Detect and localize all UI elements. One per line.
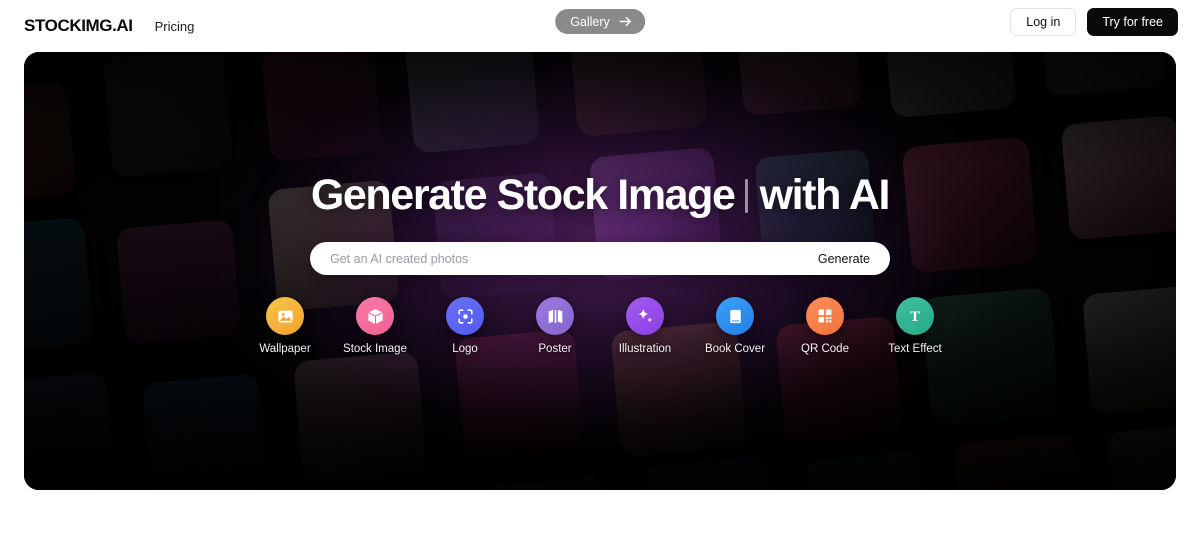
category-label: Text Effect — [888, 343, 942, 355]
category-illustration[interactable]: Illustration — [611, 297, 679, 355]
category-logo[interactable]: Logo — [431, 297, 499, 355]
hero-content: Generate Stock Image with AI Generate Wa… — [24, 52, 1176, 490]
category-book-cover[interactable]: Book Cover — [701, 297, 769, 355]
category-label: Wallpaper — [259, 343, 311, 355]
page-title: Generate Stock Image with AI — [310, 171, 891, 219]
headline-static-text: Generate Stock Image — [310, 171, 736, 219]
prompt-search-bar[interactable]: Generate — [310, 242, 890, 275]
search-input[interactable] — [330, 242, 816, 275]
category-stock-image[interactable]: Stock Image — [341, 297, 409, 355]
headline-typed-text: with AI — [759, 171, 891, 219]
category-qr-code[interactable]: QR Code — [791, 297, 859, 355]
nav-left-group: STOCKIMG.AI Pricing — [0, 16, 194, 36]
book-icon — [716, 297, 754, 335]
qr-code-icon — [806, 297, 844, 335]
top-navbar: STOCKIMG.AI Pricing Gallery Log in Try f… — [0, 0, 1200, 52]
brand-logo[interactable]: STOCKIMG.AI — [24, 16, 133, 36]
category-label: Illustration — [618, 343, 672, 355]
category-shortcut-row: Wallpaper Stock Image Logo Poster Illustrati… — [251, 297, 949, 355]
gallery-button[interactable]: Gallery — [555, 9, 645, 34]
image-icon — [266, 297, 304, 335]
category-label: Logo — [452, 343, 478, 355]
category-text-effect[interactable]: T Text Effect — [881, 297, 949, 355]
category-label: Stock Image — [343, 343, 407, 355]
category-wallpaper[interactable]: Wallpaper — [251, 297, 319, 355]
nav-right-group: Log in Try for free — [1010, 8, 1178, 36]
category-label: QR Code — [801, 343, 849, 355]
try-for-free-button[interactable]: Try for free — [1087, 8, 1178, 36]
svg-text:T: T — [910, 309, 920, 325]
category-label: Poster — [538, 343, 572, 355]
login-button[interactable]: Log in — [1010, 8, 1077, 36]
typing-caret — [744, 178, 748, 213]
category-poster[interactable]: Poster — [521, 297, 589, 355]
box-3d-icon — [356, 297, 394, 335]
sparkle-icon — [626, 297, 664, 335]
category-label: Book Cover — [704, 343, 766, 355]
nav-center-group: Gallery — [555, 9, 645, 34]
open-book-icon — [536, 297, 574, 335]
focus-target-icon — [446, 297, 484, 335]
text-t-icon: T — [896, 297, 934, 335]
arrow-right-icon — [619, 16, 632, 27]
nav-link-pricing[interactable]: Pricing — [155, 19, 195, 34]
gallery-button-label: Gallery — [570, 14, 610, 29]
generate-button[interactable]: Generate — [816, 252, 872, 266]
hero-section: Generate Stock Image with AI Generate Wa… — [24, 52, 1176, 490]
